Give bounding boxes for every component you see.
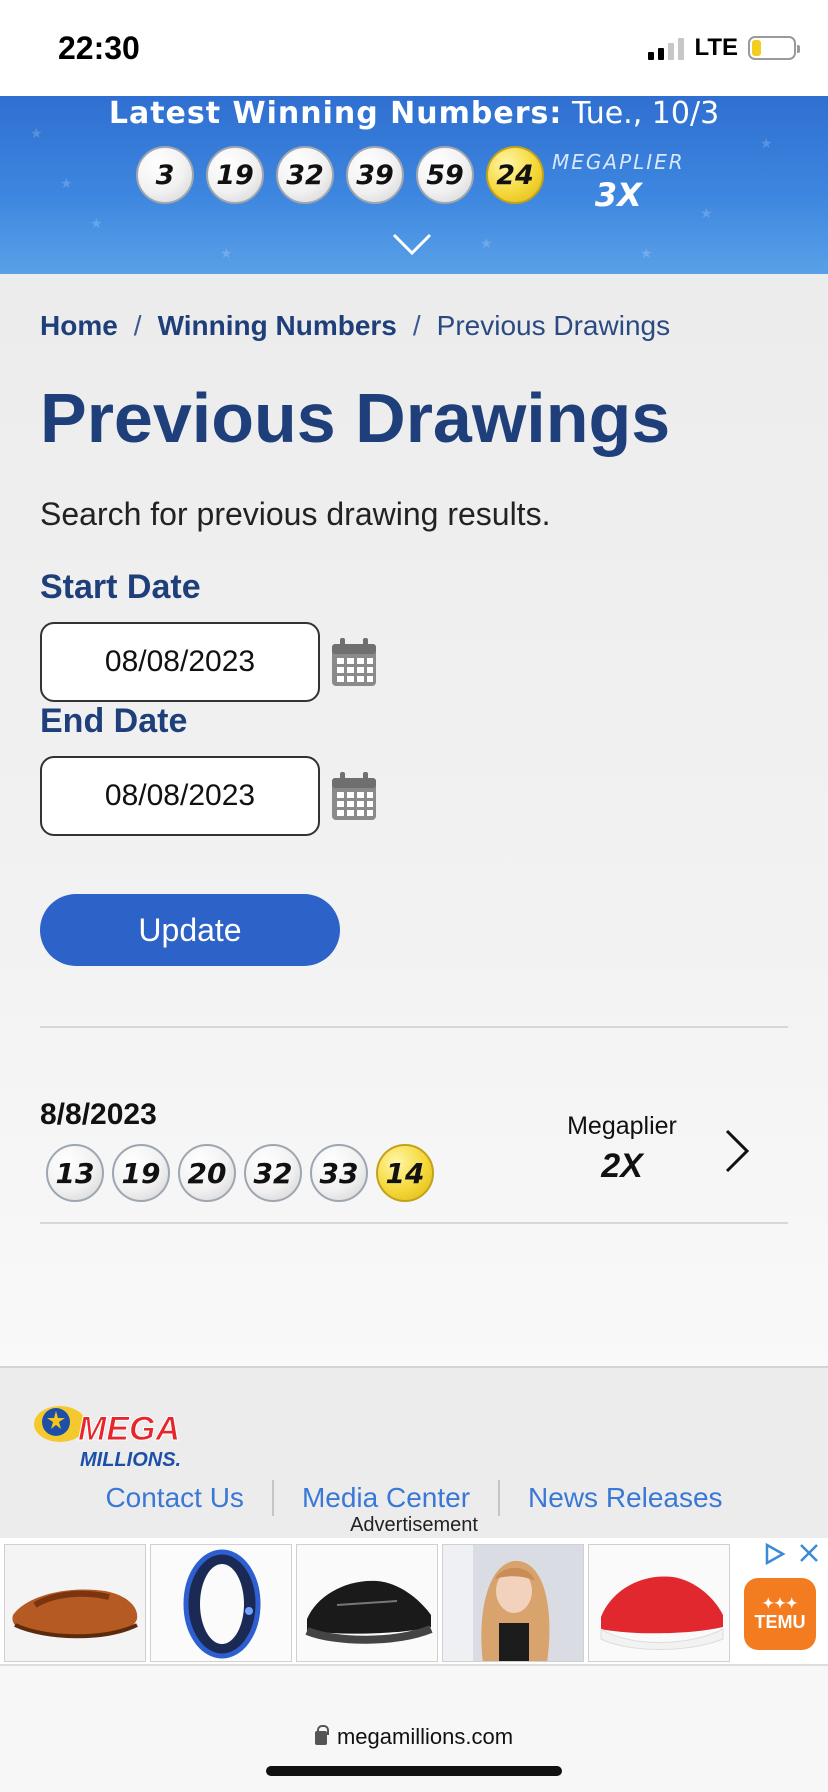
megaplier-value: 3X — [594, 176, 642, 214]
home-indicator[interactable] — [266, 1766, 562, 1776]
svg-text:MILLIONS.: MILLIONS. — [80, 1449, 181, 1471]
white-ball: 59 — [416, 146, 474, 204]
banner-balls: 3 19 32 39 59 24 — [136, 146, 544, 204]
temu-logo[interactable]: ✦✦✦ TEMU — [744, 1578, 816, 1650]
white-ball: 19 — [112, 1144, 170, 1202]
ad-sandal-image[interactable] — [4, 1544, 146, 1662]
white-ball: 39 — [346, 146, 404, 204]
contact-us-link[interactable]: Contact Us — [77, 1482, 272, 1514]
start-date-input[interactable] — [40, 622, 320, 702]
breadcrumb-current: Previous Drawings — [436, 310, 671, 341]
advertisement-label: Advertisement — [350, 1514, 478, 1536]
divider — [40, 1026, 788, 1028]
chevron-right-icon[interactable] — [724, 1128, 750, 1174]
result-balls: 13 19 20 32 33 14 — [46, 1144, 434, 1202]
page-title: Previous Drawings — [40, 379, 671, 457]
footer: MEGA MILLIONS. Contact Us Media Center N… — [0, 1366, 828, 1538]
lock-icon — [314, 1725, 329, 1745]
result-megaplier-label: Megaplier — [567, 1112, 677, 1140]
ad-sneaker-black-image[interactable] — [296, 1544, 438, 1662]
end-date-input[interactable] — [40, 756, 320, 836]
calendar-icon[interactable] — [330, 770, 378, 822]
url-display[interactable]: megamillions.com — [0, 1724, 828, 1750]
result-megaplier-value: 2X — [601, 1147, 643, 1185]
white-ball: 20 — [178, 1144, 236, 1202]
white-ball: 33 — [310, 1144, 368, 1202]
status-bar: 22:30 LTE — [0, 0, 828, 96]
banner-title: Latest Winning Numbers: Tue., 10/3 — [0, 96, 828, 131]
mega-ball: 14 — [376, 1144, 434, 1202]
battery-icon — [748, 36, 800, 60]
white-ball: 32 — [276, 146, 334, 204]
calendar-icon[interactable] — [330, 636, 378, 688]
ad-ring-image[interactable] — [150, 1544, 292, 1662]
footer-links: Contact Us Media Center News Releases — [0, 1480, 828, 1516]
main-content: Home / Winning Numbers / Previous Drawin… — [0, 274, 828, 1366]
breadcrumb-home[interactable]: Home — [40, 310, 118, 342]
network-label: LTE — [694, 34, 738, 61]
svg-text:MEGA: MEGA — [78, 1410, 180, 1448]
white-ball: 3 — [136, 146, 194, 204]
banner-title-date: Tue., 10/3 — [571, 96, 720, 131]
close-icon[interactable] — [798, 1542, 820, 1564]
browser-url-bar[interactable]: megamillions.com — [0, 1666, 828, 1792]
ad-controls — [762, 1542, 820, 1566]
temu-brand: TEMU — [754, 1612, 806, 1632]
white-ball: 13 — [46, 1144, 104, 1202]
banner-title-label: Latest Winning Numbers: — [108, 96, 563, 131]
update-button[interactable]: Update — [40, 894, 340, 966]
end-date-label: End Date — [40, 702, 188, 740]
ad-wig-image[interactable] — [442, 1544, 584, 1662]
breadcrumb-winning-numbers[interactable]: Winning Numbers — [158, 310, 397, 342]
chevron-down-icon[interactable] — [392, 232, 432, 256]
white-ball: 19 — [206, 146, 264, 204]
megaplier-label: MEGAPLIER — [552, 150, 685, 174]
signal-icon — [648, 36, 685, 60]
temu-glyphs: ✦✦✦ — [762, 1595, 798, 1611]
ad-sneaker-red-image[interactable] — [588, 1544, 730, 1662]
result-date: 8/8/2023 — [40, 1098, 157, 1131]
breadcrumb-separator: / — [412, 310, 421, 341]
divider — [40, 1222, 788, 1224]
media-center-link[interactable]: Media Center — [274, 1482, 498, 1514]
status-indicators: LTE — [648, 34, 800, 62]
breadcrumb: Home / Winning Numbers / Previous Drawin… — [40, 310, 670, 342]
white-ball: 32 — [244, 1144, 302, 1202]
result-megaplier: Megaplier 2X — [546, 1112, 698, 1186]
news-releases-link[interactable]: News Releases — [500, 1482, 751, 1514]
mega-ball: 24 — [486, 146, 544, 204]
mega-millions-logo[interactable]: MEGA MILLIONS. — [30, 1398, 190, 1478]
adchoices-icon[interactable] — [762, 1542, 786, 1566]
winning-numbers-banner[interactable]: ★ ★ ★ ★ ★ ★ ★ ★ Latest Winning Numbers: … — [0, 96, 828, 274]
ad-banner[interactable]: ✦✦✦ TEMU — [0, 1538, 828, 1666]
status-time: 22:30 — [58, 30, 140, 66]
page-subtitle: Search for previous drawing results. — [40, 496, 551, 532]
url-text: megamillions.com — [336, 1724, 514, 1749]
breadcrumb-separator: / — [133, 310, 142, 341]
start-date-label: Start Date — [40, 568, 201, 606]
banner-megaplier: MEGAPLIER 3X — [552, 150, 685, 214]
